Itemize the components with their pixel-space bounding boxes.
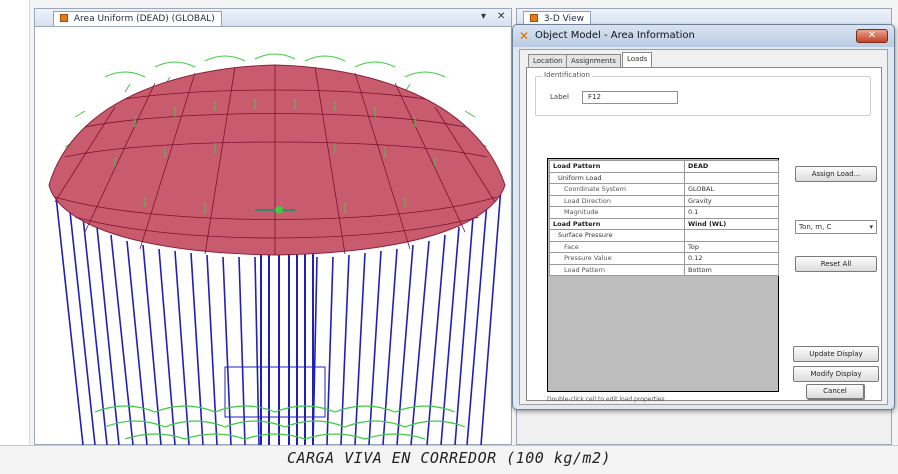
- dialog-title-bar[interactable]: ✕ Object Model - Area Information ✕: [513, 25, 894, 47]
- grid-footer-note: Double-click cell to edit load propertie…: [547, 396, 665, 403]
- property-name-cell: Pressure Value: [549, 252, 685, 265]
- table-row[interactable]: Surface Pressure: [549, 229, 779, 242]
- tab-close-icon[interactable]: ✕: [497, 11, 505, 22]
- load-properties-table: Load Pattern DEAD Uniform Load Coordinate S…: [549, 160, 779, 276]
- model-view-tabbar: Area Uniform (DEAD) (GLOBAL) ▾ ✕: [35, 9, 511, 27]
- table-row[interactable]: Coordinate System GLOBAL: [549, 183, 779, 196]
- property-name-cell: Load Pattern: [549, 217, 685, 230]
- load-properties-grid[interactable]: Load Pattern DEAD Uniform Load Coordinate S…: [547, 158, 779, 392]
- property-name-cell: Surface Pressure: [549, 229, 685, 242]
- dialog-close-button[interactable]: ✕: [856, 29, 888, 43]
- table-row[interactable]: Pressure Value 0.12: [549, 252, 779, 265]
- property-name-cell: Magnitude: [549, 206, 685, 219]
- property-name-cell: Coordinate System: [549, 183, 685, 196]
- property-value-cell[interactable]: 0.1: [684, 206, 779, 219]
- property-value-cell[interactable]: Gravity: [684, 194, 779, 207]
- tab-location[interactable]: Location: [528, 54, 568, 67]
- units-combo[interactable]: Ton, m, C ▾: [795, 220, 877, 234]
- identification-group: Identification Label F12: [535, 71, 871, 116]
- model-view-window[interactable]: Area Uniform (DEAD) (GLOBAL) ▾ ✕: [34, 8, 512, 445]
- property-name-cell: Load Direction: [549, 194, 685, 207]
- tab-assignments[interactable]: Assignments: [566, 54, 621, 67]
- table-row[interactable]: Load Pattern Wind (WL): [549, 217, 779, 230]
- property-name-cell: Load Pattern: [549, 160, 685, 173]
- app-logo-icon: ✕: [519, 29, 530, 43]
- model-view-tab[interactable]: Area Uniform (DEAD) (GLOBAL): [53, 11, 222, 26]
- table-row[interactable]: Uniform Load: [549, 171, 779, 184]
- area-information-dialog[interactable]: ✕ Object Model - Area Information ✕ Loca…: [512, 24, 895, 410]
- caption-divider: [0, 445, 898, 446]
- units-combo-value: Ton, m, C: [799, 223, 832, 231]
- property-value-cell[interactable]: GLOBAL: [684, 183, 779, 196]
- tab-pin-icon[interactable]: ▾: [481, 11, 486, 22]
- property-name-cell: Load Pattern: [549, 263, 685, 276]
- table-row[interactable]: Load Pattern DEAD: [549, 160, 779, 173]
- loads-tab-panel: Identification Label F12 Load Pattern DEA…: [526, 67, 882, 403]
- table-row[interactable]: Load Pattern Bottom: [549, 263, 779, 276]
- chevron-down-icon: ▾: [869, 223, 873, 231]
- property-value-cell[interactable]: 0.12: [684, 252, 779, 265]
- model-view-tab-title: Area Uniform (DEAD) (GLOBAL): [73, 14, 215, 24]
- property-value-cell[interactable]: Top: [684, 240, 779, 253]
- assign-load-button[interactable]: Assign Load...: [795, 166, 877, 182]
- dialog-body: Location Assignments Loads Identificatio…: [519, 49, 888, 405]
- property-value-cell[interactable]: [684, 171, 779, 184]
- view-window-icon: [530, 14, 538, 22]
- tab-loads[interactable]: Loads: [622, 52, 653, 67]
- modify-display-button[interactable]: Modify Display: [793, 366, 879, 382]
- identification-group-title: Identification: [542, 71, 592, 79]
- label-caption: Label: [550, 93, 569, 101]
- left-edge-strip: [0, 0, 30, 445]
- structure-model-render[interactable]: [35, 27, 511, 445]
- figure-caption: CARGA VIVA EN CORREDOR (100 kg/m2): [286, 449, 612, 467]
- table-row[interactable]: Face Top: [549, 240, 779, 253]
- table-row[interactable]: Magnitude 0.1: [549, 206, 779, 219]
- cancel-button[interactable]: Cancel: [806, 384, 864, 399]
- view-window-icon: [60, 14, 68, 22]
- update-display-button[interactable]: Update Display: [793, 346, 879, 362]
- three-d-view-tab-title: 3-D View: [543, 14, 584, 24]
- label-field[interactable]: F12: [582, 91, 678, 104]
- property-name-cell: Face: [549, 240, 685, 253]
- dialog-title: Object Model - Area Information: [535, 30, 695, 41]
- screenshot-frame: Area Uniform (DEAD) (GLOBAL) ▾ ✕ 3-D Vie…: [0, 0, 898, 474]
- property-value-cell[interactable]: Wind (WL): [684, 217, 779, 230]
- property-value-cell[interactable]: Bottom: [684, 263, 779, 276]
- property-value-cell[interactable]: DEAD: [684, 160, 779, 173]
- property-name-cell: Uniform Load: [549, 171, 685, 184]
- reset-all-button[interactable]: Reset All: [795, 256, 877, 272]
- property-value-cell[interactable]: [684, 229, 779, 242]
- table-row[interactable]: Load Direction Gravity: [549, 194, 779, 207]
